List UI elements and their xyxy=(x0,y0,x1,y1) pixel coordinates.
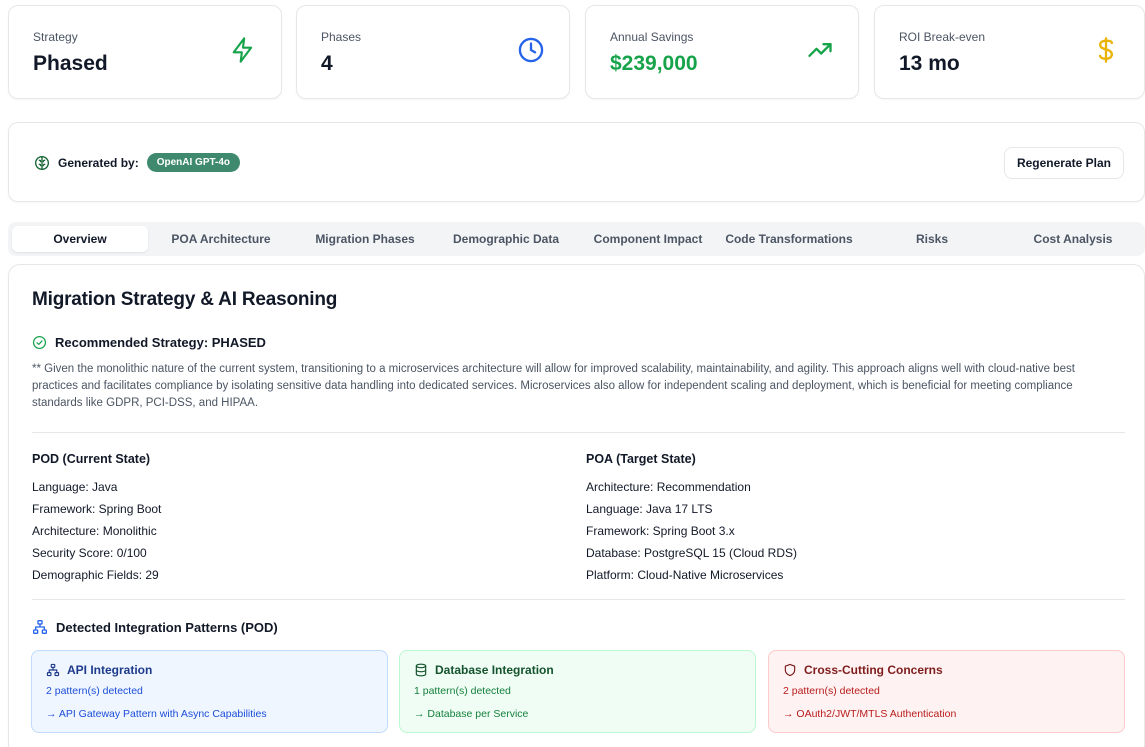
metric-label: Phases xyxy=(321,30,362,44)
pod-line: Demographic Fields: 29 xyxy=(32,568,159,582)
regenerate-plan-button[interactable]: Regenerate Plan xyxy=(1003,147,1124,179)
divider xyxy=(32,432,1125,433)
metric-label: Strategy xyxy=(33,30,78,44)
metric-value: 4 xyxy=(321,52,333,75)
network-icon xyxy=(32,619,48,635)
pattern-header: Cross-Cutting Concerns xyxy=(783,663,943,677)
overview-panel: Migration Strategy & AI Reasoning Recomm… xyxy=(8,264,1145,747)
tab-poa-architecture[interactable]: POA Architecture xyxy=(153,226,289,252)
dollar-icon xyxy=(1092,36,1120,64)
database-icon xyxy=(414,663,428,677)
pattern-card-cross-cutting-concerns: Cross-Cutting Concerns 2 pattern(s) dete… xyxy=(768,650,1125,733)
pattern-card-database-integration: Database Integration 1 pattern(s) detect… xyxy=(399,650,756,733)
pod-title: POD (Current State) xyxy=(32,452,151,466)
trending-up-icon xyxy=(806,36,834,64)
tab-code-transformations[interactable]: Code Transformations xyxy=(714,226,864,252)
poa-title: POA (Target State) xyxy=(586,452,696,466)
divider xyxy=(32,599,1125,600)
pattern-count: 2 pattern(s) detected xyxy=(46,685,143,697)
metric-card-phases: Phases 4 xyxy=(296,5,570,99)
check-circle-icon xyxy=(32,335,47,350)
pattern-target: → OAuth2/JWT/MTLS Authentication xyxy=(783,708,957,720)
shield-icon xyxy=(783,663,797,677)
pattern-header: Database Integration xyxy=(414,663,554,677)
generator-card: Generated by: OpenAI GPT-4o Regenerate P… xyxy=(8,122,1145,202)
pattern-count: 2 pattern(s) detected xyxy=(783,685,880,697)
pod-line: Security Score: 0/100 xyxy=(32,546,147,560)
brain-icon xyxy=(34,155,50,171)
pod-line: Framework: Spring Boot xyxy=(32,502,162,516)
pattern-title: Database Integration xyxy=(435,663,554,677)
metric-value: Phased xyxy=(33,52,108,75)
zap-icon xyxy=(229,36,257,64)
poa-line: Platform: Cloud-Native Microservices xyxy=(586,568,784,582)
tab-cost-analysis[interactable]: Cost Analysis xyxy=(1005,226,1141,252)
poa-line: Language: Java 17 LTS xyxy=(586,502,713,516)
poa-line: Framework: Spring Boot 3.x xyxy=(586,524,735,538)
tab-demographic-data[interactable]: Demographic Data xyxy=(438,226,574,252)
pattern-card-api-integration: API Integration 2 pattern(s) detected → … xyxy=(31,650,388,733)
integration-patterns-title: Detected Integration Patterns (POD) xyxy=(56,619,278,635)
metric-value: $239,000 xyxy=(610,52,698,75)
metric-card-roi-break-even: ROI Break-even 13 mo xyxy=(874,5,1145,99)
pattern-title: API Integration xyxy=(67,663,153,677)
metric-card-strategy: Strategy Phased xyxy=(8,5,282,99)
pod-line: Architecture: Monolithic xyxy=(32,524,157,538)
poa-line: Database: PostgreSQL 15 (Cloud RDS) xyxy=(586,546,797,560)
tab-overview[interactable]: Overview xyxy=(12,226,148,252)
network-icon xyxy=(46,663,60,677)
metric-label: Annual Savings xyxy=(610,30,694,44)
pattern-target: → Database per Service xyxy=(414,708,529,720)
model-badge: OpenAI GPT-4o xyxy=(146,153,241,172)
integration-patterns-heading: Detected Integration Patterns (POD) xyxy=(32,619,278,635)
pattern-title: Cross-Cutting Concerns xyxy=(804,663,943,677)
generated-by-label: Generated by: xyxy=(58,155,139,170)
pod-line: Language: Java xyxy=(32,480,118,494)
tab-risks[interactable]: Risks xyxy=(864,226,1000,252)
pattern-count: 1 pattern(s) detected xyxy=(414,685,511,697)
tab-bar: Overview POA Architecture Migration Phas… xyxy=(8,222,1145,256)
tab-component-impact[interactable]: Component Impact xyxy=(580,226,716,252)
ai-reasoning-text: ** Given the monolithic nature of the cu… xyxy=(32,363,1075,409)
panel-title: Migration Strategy & AI Reasoning xyxy=(32,289,338,310)
poa-line: Architecture: Recommendation xyxy=(586,480,751,494)
recommended-strategy-label: Recommended Strategy: PHASED xyxy=(55,335,266,350)
clock-icon xyxy=(517,36,545,64)
metric-card-annual-savings: Annual Savings $239,000 xyxy=(585,5,859,99)
generated-by-row: Generated by: OpenAI GPT-4o xyxy=(34,153,241,172)
metric-value: 13 mo xyxy=(899,52,960,75)
pattern-target: → API Gateway Pattern with Async Capabil… xyxy=(46,708,267,720)
metric-label: ROI Break-even xyxy=(899,30,986,44)
tab-migration-phases[interactable]: Migration Phases xyxy=(297,226,433,252)
pattern-header: API Integration xyxy=(46,663,152,677)
recommended-strategy: Recommended Strategy: PHASED xyxy=(32,335,266,350)
